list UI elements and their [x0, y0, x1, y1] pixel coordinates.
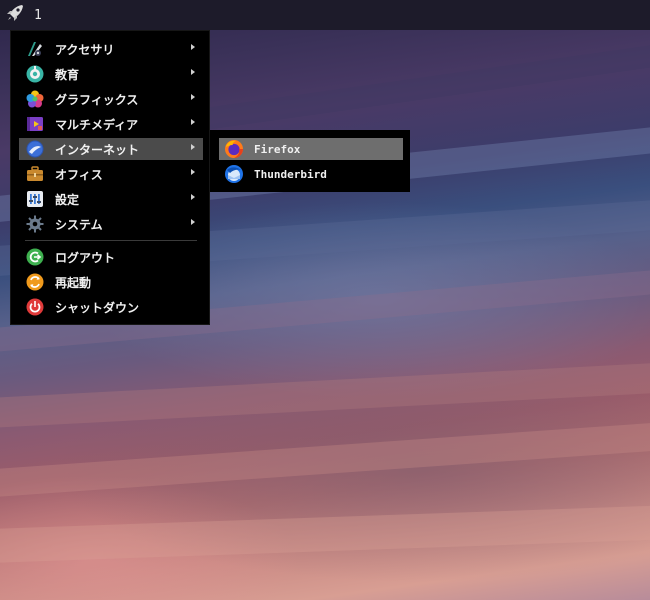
- settings-icon: [25, 189, 45, 209]
- submenu-item-firefox[interactable]: Firefox: [219, 138, 403, 160]
- menu-item-label: マルチメディア: [55, 117, 139, 132]
- menu-item-internet[interactable]: インターネット: [19, 138, 203, 160]
- menu-item-label: 再起動: [55, 275, 92, 290]
- menu-item-label: グラフィックス: [55, 92, 139, 107]
- firefox-icon: [224, 139, 244, 159]
- menu-item-reboot[interactable]: 再起動: [19, 271, 203, 293]
- menu-item-education[interactable]: 教育: [19, 63, 203, 85]
- thunderbird-icon: [224, 164, 244, 184]
- menu-item-label: インターネット: [55, 142, 140, 157]
- chevron-right-icon: [191, 119, 195, 125]
- chevron-right-icon: [191, 94, 195, 100]
- menu-item-label: ログアウト: [55, 250, 116, 265]
- internet-submenu: Firefox Thunderbird: [210, 130, 410, 192]
- menu-item-office[interactable]: オフィス: [19, 163, 203, 185]
- reboot-icon: [25, 272, 45, 292]
- internet-icon: [25, 139, 45, 159]
- submenu-item-label: Firefox: [254, 142, 301, 156]
- logout-icon: [25, 247, 45, 267]
- menu-item-label: アクセサリ: [55, 42, 115, 57]
- menu-item-label: シャットダウン: [55, 300, 140, 315]
- chevron-right-icon: [191, 69, 195, 75]
- application-menu: アクセサリ 教育 グラフィックス マルチメディア インターネット オフィス 設定…: [10, 30, 210, 325]
- menu-item-logout[interactable]: ログアウト: [19, 246, 203, 268]
- chevron-right-icon: [191, 169, 195, 175]
- menu-item-settings[interactable]: 設定: [19, 188, 203, 210]
- menu-separator: [25, 240, 197, 241]
- chevron-right-icon: [191, 219, 195, 225]
- menu-item-label: 教育: [55, 67, 80, 82]
- shutdown-icon: [25, 297, 45, 317]
- accessories-icon: [25, 39, 45, 59]
- graphics-icon: [25, 89, 45, 109]
- chevron-right-icon: [191, 144, 195, 150]
- chevron-right-icon: [191, 194, 195, 200]
- menu-item-graphics[interactable]: グラフィックス: [19, 88, 203, 110]
- menu-item-multimedia[interactable]: マルチメディア: [19, 113, 203, 135]
- menu-item-shutdown[interactable]: シャットダウン: [19, 296, 203, 318]
- workspace-indicator[interactable]: 1: [34, 8, 42, 23]
- system-gear-icon: [25, 214, 45, 234]
- menu-item-label: オフィス: [55, 167, 103, 182]
- multimedia-icon: [25, 114, 45, 134]
- menu-item-label: 設定: [55, 192, 80, 207]
- chevron-right-icon: [191, 44, 195, 50]
- desktop-background: 1 アクセサリ 教育 グラフィックス マルチメディア インターネット オフィス …: [0, 0, 650, 600]
- education-icon: [25, 64, 45, 84]
- submenu-item-thunderbird[interactable]: Thunderbird: [219, 163, 403, 185]
- office-icon: [25, 164, 45, 184]
- menu-item-system[interactable]: システム: [19, 213, 203, 235]
- submenu-item-label: Thunderbird: [254, 167, 327, 181]
- taskbar: 1: [0, 0, 650, 30]
- rocket-icon: [5, 3, 25, 27]
- menu-item-accessories[interactable]: アクセサリ: [19, 38, 203, 60]
- launcher-button[interactable]: [0, 0, 30, 30]
- menu-item-label: システム: [55, 217, 103, 232]
